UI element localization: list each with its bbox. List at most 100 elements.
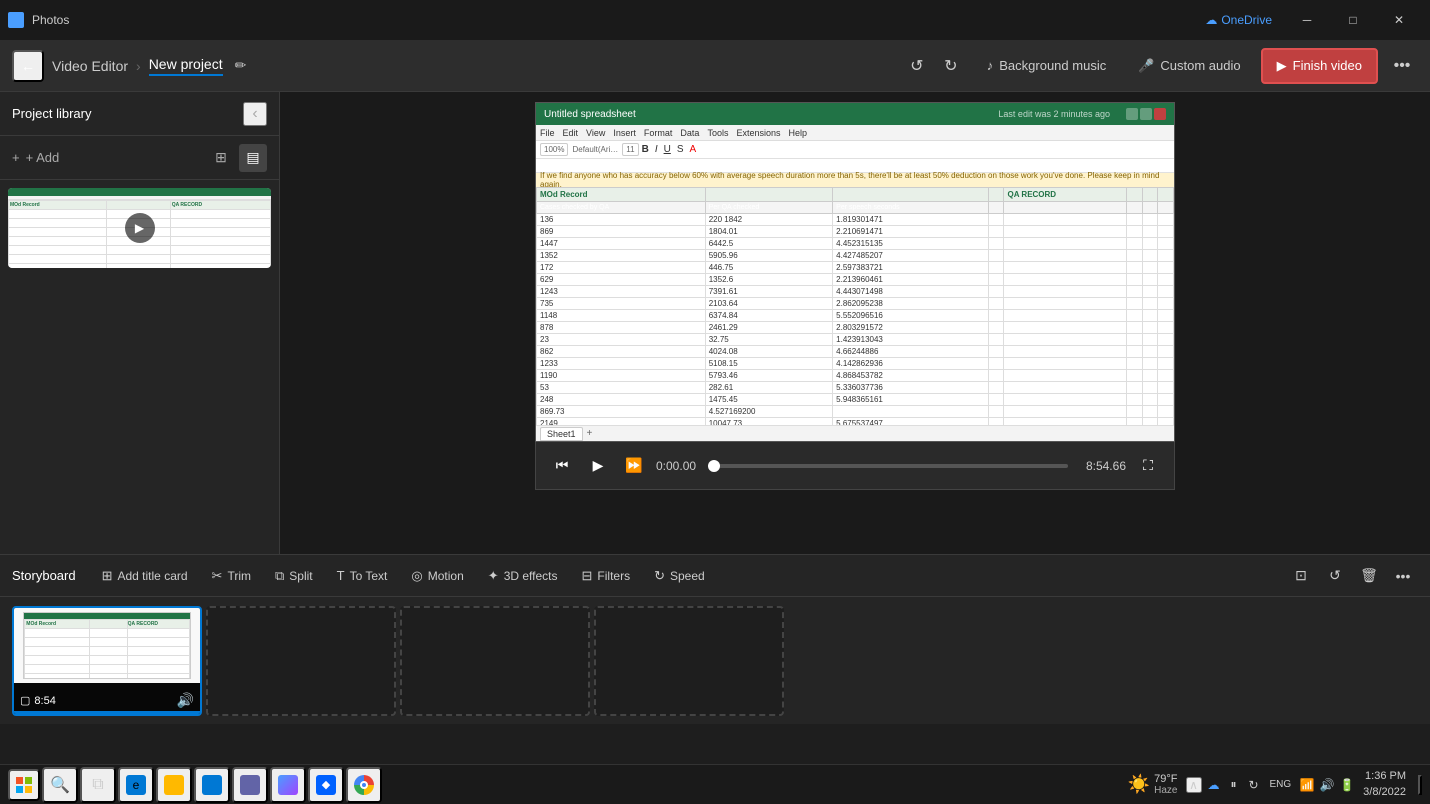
add-label: + Add bbox=[26, 150, 60, 165]
pause-tray-icon: ⏸ bbox=[1226, 777, 1242, 793]
fast-forward-button[interactable]: ⏩ bbox=[620, 452, 648, 480]
speed-button[interactable]: ↻ Speed bbox=[644, 561, 715, 591]
start-button[interactable] bbox=[8, 769, 40, 801]
finish-video-button[interactable]: ▶ Finish video bbox=[1261, 48, 1378, 84]
collapse-sidebar-button[interactable]: ‹ bbox=[243, 102, 267, 126]
ss-sheet-tabs: Sheet1 + bbox=[536, 425, 1174, 441]
spreadsheet-preview: Untitled spreadsheet Last edit was 2 min… bbox=[535, 102, 1175, 442]
text-button[interactable]: T To Text bbox=[327, 561, 398, 591]
clock[interactable]: 1:36 PM 3/8/2022 bbox=[1363, 769, 1406, 800]
speed-label: Speed bbox=[670, 569, 705, 583]
date-display: 3/8/2022 bbox=[1363, 785, 1406, 800]
preview-area: Untitled spreadsheet Last edit was 2 min… bbox=[280, 92, 1430, 554]
filters-icon: ⊟ bbox=[582, 568, 593, 584]
table-row: 11905793.464.868453782 bbox=[537, 370, 1174, 382]
taskbar-dropbox-button[interactable]: ◆ bbox=[308, 767, 344, 803]
filters-label: Filters bbox=[597, 569, 630, 583]
undo-redo-controls: ↺ ↻ bbox=[901, 50, 967, 82]
taskbar-chrome-button[interactable] bbox=[346, 767, 382, 803]
video-preview-container: Untitled spreadsheet Last edit was 2 min… bbox=[535, 102, 1175, 490]
redo-button[interactable]: ↻ bbox=[935, 50, 967, 82]
speed-icon: ↻ bbox=[654, 568, 665, 584]
ss-data-content: MOd Record QA RECORD Cases checked b bbox=[536, 187, 1174, 425]
taskbar-edge-button[interactable]: e bbox=[118, 767, 154, 803]
rotate-button[interactable]: ↺ bbox=[1320, 561, 1350, 591]
custom-audio-button[interactable]: 🎤 Custom audio bbox=[1126, 48, 1252, 84]
weather-widget[interactable]: ☀️ 79°F Haze bbox=[1128, 773, 1178, 796]
back-button[interactable]: ← bbox=[12, 50, 44, 82]
undo-button[interactable]: ↺ bbox=[901, 50, 933, 82]
storyboard-title: Storyboard bbox=[12, 568, 76, 583]
text-icon: T bbox=[337, 568, 345, 583]
fullscreen-button[interactable]: ⛶ bbox=[1134, 452, 1162, 480]
grid-view-button[interactable]: ⊞ bbox=[207, 144, 235, 172]
media-item[interactable]: MOd Record QA RECORD 8691804.01254 14476… bbox=[8, 188, 271, 268]
window-controls: ☁ OneDrive ─ □ ✕ bbox=[1205, 0, 1422, 40]
background-music-button[interactable]: ♪ Background music bbox=[975, 48, 1118, 84]
taskbar-mail-button[interactable] bbox=[194, 767, 230, 803]
trim-label: Trim bbox=[227, 569, 251, 583]
taskbar-file-explorer-button[interactable] bbox=[156, 767, 192, 803]
more-options-button[interactable]: ••• bbox=[1386, 50, 1418, 82]
view-toggle: ⊞ ▤ bbox=[207, 144, 267, 172]
ss-data-table: MOd Record QA RECORD Cases checked b bbox=[536, 187, 1174, 425]
project-name: New project bbox=[149, 56, 223, 76]
add-title-card-button[interactable]: ⊞ Add title card bbox=[92, 561, 198, 591]
progress-bar[interactable] bbox=[714, 464, 1068, 468]
storyboard-placeholder-2 bbox=[400, 606, 590, 716]
audio-icon: 🎤 bbox=[1138, 58, 1154, 74]
dropbox-icon: ◆ bbox=[316, 775, 336, 795]
title-bar: Photos ☁ OneDrive ─ □ ✕ bbox=[0, 0, 1430, 40]
storyboard-tracks: ■ MOd RecordQA RECORD 8691804.01254 1447… bbox=[0, 597, 1430, 725]
task-view-icon: ⧉ bbox=[92, 776, 103, 794]
table-row: 136220 18421.819301471 bbox=[537, 214, 1174, 226]
3d-effects-button[interactable]: ✦ 3D effects bbox=[478, 561, 568, 591]
maximize-button[interactable]: □ bbox=[1330, 0, 1376, 40]
taskbar-teams-button[interactable] bbox=[232, 767, 268, 803]
minimize-button[interactable]: ─ bbox=[1284, 0, 1330, 40]
motion-button[interactable]: ◎ Motion bbox=[401, 561, 473, 591]
crop-button[interactable]: ⊡ bbox=[1286, 561, 1316, 591]
task-view-button[interactable]: ⧉ bbox=[80, 767, 116, 803]
language-indicator: ENG bbox=[1270, 779, 1292, 790]
more-storyboard-button[interactable]: ••• bbox=[1388, 561, 1418, 591]
photos-icon bbox=[8, 12, 24, 28]
add-title-card-label: Add title card bbox=[118, 569, 188, 583]
delete-button[interactable]: 🗑 bbox=[1354, 561, 1384, 591]
custom-audio-label: Custom audio bbox=[1160, 58, 1240, 73]
edit-project-name-icon[interactable]: ✏ bbox=[235, 57, 247, 74]
ss-title-bar: Untitled spreadsheet Last edit was 2 min… bbox=[536, 103, 1174, 125]
skip-back-button[interactable]: ⏮ bbox=[548, 452, 576, 480]
show-desktop-button[interactable] bbox=[1418, 775, 1422, 795]
list-view-button[interactable]: ▤ bbox=[239, 144, 267, 172]
file-explorer-icon bbox=[164, 775, 184, 795]
storyboard-section: Storyboard ⊞ Add title card ✂ Trim ⧉ Spl… bbox=[0, 554, 1430, 724]
media-grid: MOd Record QA RECORD 8691804.01254 14476… bbox=[0, 180, 279, 554]
clip-spreadsheet-preview: MOd RecordQA RECORD 8691804.01254 144764… bbox=[14, 608, 200, 683]
storyboard-clip[interactable]: ■ MOd RecordQA RECORD 8691804.01254 1447… bbox=[12, 606, 202, 716]
ss-maximize bbox=[1140, 108, 1152, 120]
tray-expand-button[interactable]: ∧ bbox=[1186, 777, 1202, 793]
trim-button[interactable]: ✂ Trim bbox=[202, 561, 261, 591]
table-row: 2481475.455.948365161 bbox=[537, 394, 1174, 406]
add-media-button[interactable]: + + Add bbox=[12, 150, 59, 165]
app-title: Video Editor bbox=[52, 58, 128, 74]
play-button[interactable]: ▶ bbox=[584, 452, 612, 480]
taskbar-photos-button[interactable] bbox=[270, 767, 306, 803]
search-taskbar-button[interactable]: 🔍 bbox=[42, 767, 78, 803]
mail-icon bbox=[202, 775, 222, 795]
close-button[interactable]: ✕ bbox=[1376, 0, 1422, 40]
time-display: 1:36 PM bbox=[1363, 769, 1406, 784]
table-row: 8782461.292.803291572 bbox=[537, 322, 1174, 334]
filters-button[interactable]: ⊟ Filters bbox=[572, 561, 641, 591]
plus-icon: + bbox=[12, 150, 20, 165]
table-row: 13525905.964.427485207 bbox=[537, 250, 1174, 262]
table-row: 14476442.54.452315135 bbox=[537, 238, 1174, 250]
onedrive-label: OneDrive bbox=[1221, 13, 1272, 27]
edge-icon: e bbox=[126, 775, 146, 795]
clip-thumbnail: MOd RecordQA RECORD 8691804.01254 144764… bbox=[14, 608, 200, 683]
split-button[interactable]: ⧉ Split bbox=[265, 561, 323, 591]
finish-video-label: Finish video bbox=[1293, 58, 1362, 73]
play-overlay-icon: ▶ bbox=[125, 213, 155, 243]
total-time: 8:54.66 bbox=[1076, 459, 1126, 473]
